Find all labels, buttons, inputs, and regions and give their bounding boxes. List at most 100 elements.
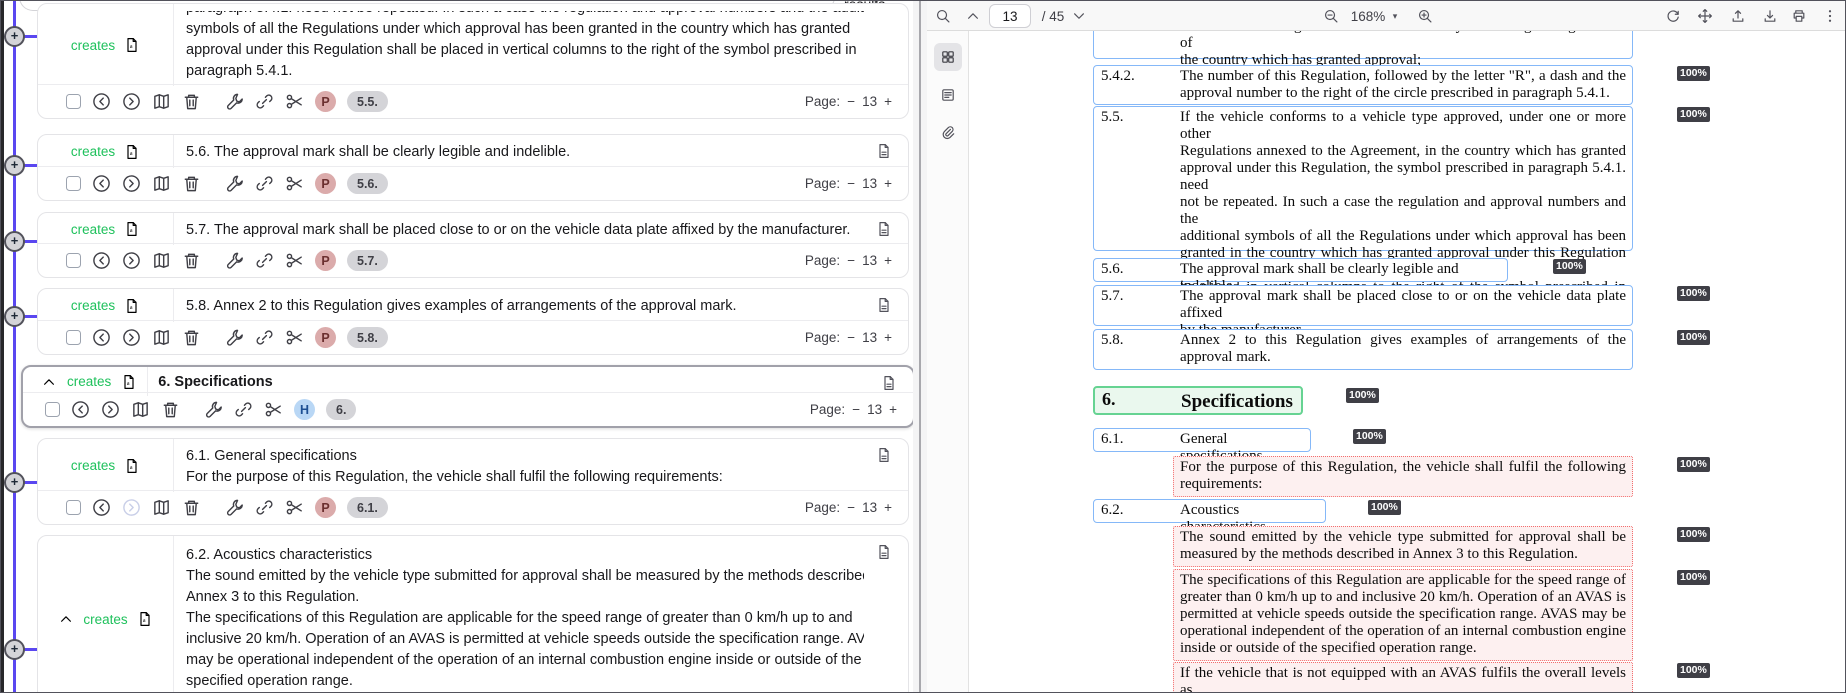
link-icon[interactable] — [255, 251, 274, 270]
trash-icon[interactable] — [182, 92, 201, 111]
wrench-icon[interactable] — [225, 92, 244, 111]
zoom-out-icon[interactable] — [1319, 1, 1343, 31]
rotate-icon[interactable] — [1660, 1, 1686, 31]
page-increment-button[interactable]: + — [889, 402, 897, 417]
scissors-icon[interactable] — [285, 498, 304, 517]
pdf-paragraph-box[interactable]: The specifications of this Regulation ar… — [1173, 569, 1633, 661]
scissors-icon[interactable] — [264, 400, 283, 419]
type-badge-paragraph[interactable]: P — [315, 91, 336, 112]
link-icon[interactable] — [255, 328, 274, 347]
wrench-icon[interactable] — [225, 174, 244, 193]
annotation-card-5-6[interactable]: creates 5.6. The approval mark shall be … — [37, 134, 909, 201]
annotation-card-6-selected[interactable]: creates 6. Specifications H 6. Page: — [21, 365, 915, 428]
scissors-icon[interactable] — [285, 92, 304, 111]
circle-arrow-right-icon[interactable] — [122, 251, 141, 270]
section-pill[interactable]: 6. — [326, 399, 356, 420]
document-icon[interactable] — [876, 544, 892, 560]
section-pill[interactable]: 5.8. — [347, 327, 388, 348]
tree-node-add-button[interactable]: + — [4, 639, 25, 660]
link-icon[interactable] — [255, 498, 274, 517]
trash-icon[interactable] — [182, 251, 201, 270]
pdf-annotation-box[interactable]: 5.4.2. The number of this Regulation, fo… — [1093, 65, 1633, 105]
pdf-paragraph-box[interactable]: For the purpose of this Regulation, the … — [1173, 456, 1633, 497]
pdf-annotation-box[interactable]: 6.2. Acoustics characteristics — [1093, 499, 1326, 523]
upload-icon[interactable] — [1725, 1, 1751, 31]
link-icon[interactable] — [255, 92, 274, 111]
page-decrement-button[interactable]: − — [847, 500, 855, 515]
chevron-up-icon[interactable] — [58, 611, 74, 627]
search-icon[interactable] — [931, 1, 955, 31]
scissors-icon[interactable] — [285, 251, 304, 270]
tree-node-add-button[interactable]: + — [4, 26, 25, 47]
next-page-button[interactable] — [1067, 1, 1091, 31]
trash-icon[interactable] — [182, 174, 201, 193]
section-pill[interactable]: 5.7. — [347, 250, 388, 271]
page-decrement-button[interactable]: − — [847, 330, 855, 345]
pdf-annotation-box[interactable]: 6.1. General specifications — [1093, 428, 1311, 452]
document-icon[interactable] — [881, 375, 897, 391]
pdf-annotation-box[interactable]: 5.7. The approval mark shall be placed c… — [1093, 285, 1633, 326]
section-pill[interactable]: 5.5. — [347, 91, 388, 112]
annotation-card-5-5[interactable]: creates paragraph 5.4.1. need not be rep… — [37, 3, 909, 119]
page-increment-button[interactable]: + — [884, 330, 892, 345]
splitter-handle[interactable] — [919, 1, 921, 693]
page-decrement-button[interactable]: − — [847, 176, 855, 191]
document-icon[interactable] — [876, 447, 892, 463]
page-decrement-button[interactable]: − — [847, 94, 855, 109]
link-icon[interactable] — [234, 400, 253, 419]
circle-arrow-right-icon[interactable] — [101, 400, 120, 419]
circle-arrow-left-icon[interactable] — [92, 92, 111, 111]
page-decrement-button[interactable]: − — [847, 253, 855, 268]
type-badge-paragraph[interactable]: P — [315, 173, 336, 194]
trash-icon[interactable] — [182, 328, 201, 347]
attachments-button[interactable] — [934, 119, 962, 147]
outline-view-button[interactable] — [934, 81, 962, 109]
map-icon[interactable] — [131, 400, 150, 419]
circle-arrow-right-icon[interactable] — [122, 328, 141, 347]
page-increment-button[interactable]: + — [884, 94, 892, 109]
page-increment-button[interactable]: + — [884, 176, 892, 191]
page-increment-button[interactable]: + — [884, 253, 892, 268]
page-decrement-button[interactable]: − — [852, 402, 860, 417]
previous-page-button[interactable] — [961, 1, 985, 31]
map-icon[interactable] — [152, 251, 171, 270]
annotation-card-6-1[interactable]: creates 6.1. General specifications For … — [37, 438, 909, 525]
wrench-icon[interactable] — [225, 251, 244, 270]
pdf-paragraph-box[interactable]: The sound emitted by the vehicle type su… — [1173, 526, 1633, 567]
pdf-annotation-box[interactable]: a circle surrounding the letter "E" foll… — [1093, 31, 1633, 59]
map-icon[interactable] — [152, 328, 171, 347]
kebab-menu-icon[interactable] — [1820, 1, 1840, 31]
pdf-annotation-box[interactable]: 5.8. Annex 2 to this Regulation gives ex… — [1093, 329, 1633, 370]
type-badge-heading[interactable]: H — [294, 399, 315, 420]
circle-arrow-right-icon[interactable] — [122, 174, 141, 193]
type-badge-paragraph[interactable]: P — [315, 250, 336, 271]
tree-node-add-button[interactable]: + — [4, 155, 25, 176]
trash-icon[interactable] — [182, 498, 201, 517]
link-icon[interactable] — [255, 174, 274, 193]
circle-arrow-left-icon[interactable] — [92, 251, 111, 270]
select-checkbox[interactable] — [66, 94, 81, 109]
page-increment-button[interactable]: + — [884, 500, 892, 515]
select-checkbox[interactable] — [66, 500, 81, 515]
pdf-annotation-box[interactable]: 5.6. The approval mark shall be clearly … — [1093, 258, 1508, 282]
pdf-heading-box[interactable]: 6. Specifications — [1093, 386, 1303, 415]
zoom-caret-down-icon[interactable]: ▾ — [1389, 1, 1401, 31]
type-badge-paragraph[interactable]: P — [315, 497, 336, 518]
print-icon[interactable] — [1786, 1, 1812, 31]
chevron-up-icon[interactable] — [41, 374, 57, 390]
select-checkbox[interactable] — [66, 176, 81, 191]
section-pill[interactable]: 6.1. — [347, 497, 388, 518]
annotation-card-6-2[interactable]: creates 6.2. Acoustics characteristics T… — [37, 535, 909, 693]
circle-arrow-left-icon[interactable] — [71, 400, 90, 419]
wrench-icon[interactable] — [225, 498, 244, 517]
pdf-paragraph-box[interactable]: If the vehicle that is not equipped with… — [1173, 662, 1633, 693]
tree-node-add-button[interactable]: + — [4, 472, 25, 493]
map-icon[interactable] — [152, 174, 171, 193]
document-icon[interactable] — [876, 221, 892, 237]
wrench-icon[interactable] — [204, 400, 223, 419]
annotation-card-5-7[interactable]: creates 5.7. The approval mark shall be … — [37, 212, 909, 278]
zoom-level-value[interactable]: 168% — [1347, 1, 1389, 31]
panel-splitter[interactable] — [913, 1, 927, 693]
tree-node-add-button[interactable]: + — [4, 231, 25, 252]
scissors-icon[interactable] — [285, 174, 304, 193]
